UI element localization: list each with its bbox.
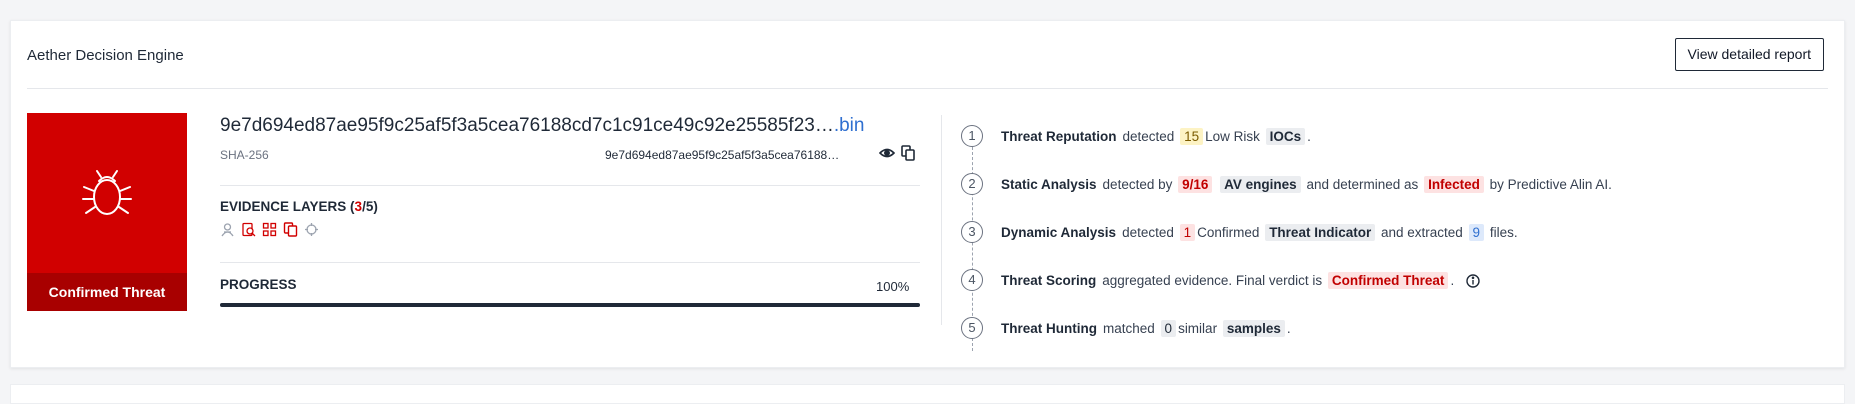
decision-engine-card: Aether Decision Engine View detailed rep… <box>10 20 1845 368</box>
hash-type-label: SHA-256 <box>220 148 269 162</box>
ioc-count-badge: 15 <box>1180 128 1204 145</box>
reputation-icon[interactable] <box>220 222 235 237</box>
evidence-layers-title: EVIDENCE LAYERS (3/5) <box>220 199 378 214</box>
step-name: Threat Hunting <box>1001 321 1097 336</box>
view-report-button[interactable]: View detailed report <box>1674 38 1824 71</box>
file-hash-text: 9e7d694ed87ae95f9c25af5f3a5cea76188cd7c1… <box>220 115 834 136</box>
file-extension: .bin <box>833 115 865 136</box>
step-name: Static Analysis <box>1001 177 1097 192</box>
iocs-link[interactable]: IOCs <box>1265 128 1306 145</box>
step-name: Dynamic Analysis <box>1001 225 1117 240</box>
progress-label: PROGRESS <box>220 277 297 292</box>
av-detection-badge: 9/16 <box>1178 176 1213 193</box>
dynamic-analysis-icon[interactable] <box>262 222 277 237</box>
step-number: 1 <box>961 125 983 147</box>
divider <box>220 262 920 263</box>
card-header <box>27 21 1828 89</box>
progress-value: 100% <box>876 279 910 294</box>
threat-indicator-link[interactable]: Threat Indicator <box>1265 224 1376 241</box>
crosshair-icon[interactable] <box>304 222 319 237</box>
step-name: Threat Reputation <box>1001 129 1117 144</box>
bug-icon <box>82 170 132 215</box>
progress-bar <box>220 303 920 307</box>
progress-fill <box>220 303 920 307</box>
file-hash[interactable]: 9e7d694ed87ae95f9c25af5f3a5cea76188cd7c1… <box>220 115 920 137</box>
card-title: Aether Decision Engine <box>27 47 184 64</box>
verdict-panel: Confirmed Threat <box>27 113 187 311</box>
verdict-label: Confirmed Threat <box>27 273 187 311</box>
static-analysis-icon[interactable] <box>241 222 256 237</box>
infected-badge: Infected <box>1424 176 1484 193</box>
samples-link[interactable]: samples <box>1222 320 1285 337</box>
vertical-divider <box>941 115 942 325</box>
step-number: 4 <box>961 269 983 291</box>
similar-count-badge: 0 <box>1160 320 1177 337</box>
step-number: 2 <box>961 173 983 195</box>
evidence-icons <box>220 222 319 237</box>
step-name: Threat Scoring <box>1001 273 1097 288</box>
final-verdict-badge: Confirmed Threat <box>1327 272 1449 289</box>
indicator-count-badge: 1 <box>1179 224 1196 241</box>
step-number: 5 <box>961 317 983 339</box>
copy-icon[interactable] <box>901 145 915 161</box>
eye-icon[interactable] <box>879 146 895 160</box>
evidence-count: 3 <box>354 199 363 214</box>
extracted-files-badge[interactable]: 9 <box>1468 224 1485 241</box>
info-icon[interactable] <box>1466 274 1480 289</box>
next-card <box>10 384 1845 404</box>
copy-files-icon[interactable] <box>283 222 298 237</box>
step-number: 3 <box>961 221 983 243</box>
divider <box>220 185 920 186</box>
av-engines-link[interactable]: AV engines <box>1220 176 1301 193</box>
hash-short: 9e7d694ed87ae95f9c25af5f3a5cea76188… <box>605 148 840 162</box>
